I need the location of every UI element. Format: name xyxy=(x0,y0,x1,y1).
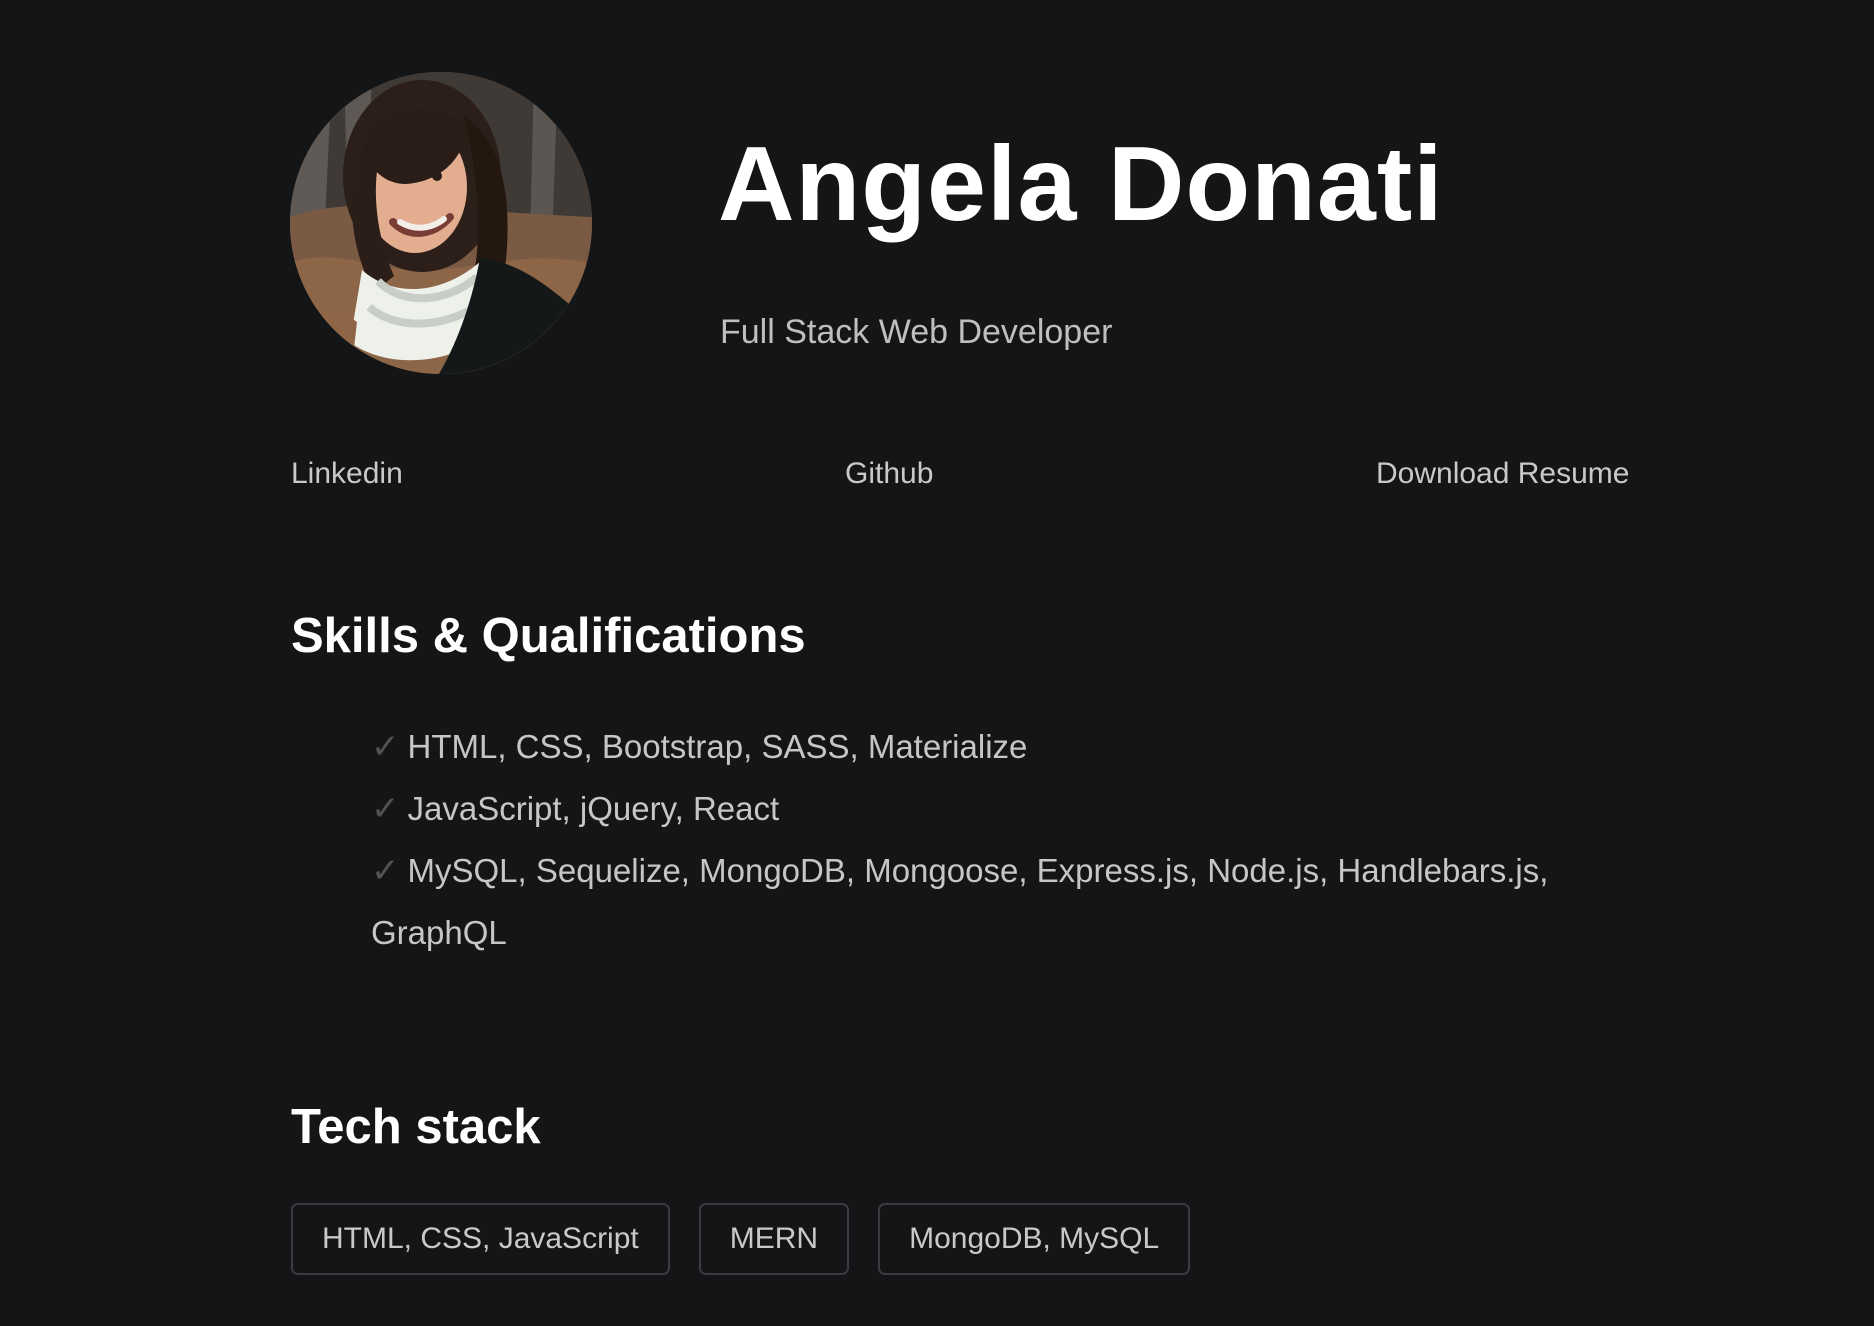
checkmark-icon: ✓ xyxy=(371,728,400,766)
profile-name: Angela Donati xyxy=(718,125,1444,243)
skill-item-javascript: ✓ JavaScript, jQuery, React xyxy=(371,778,1601,840)
skill-item-label: MySQL, Sequelize, MongoDB, Mongoose, Exp… xyxy=(371,852,1549,951)
portfolio-page: Angela Donati Full Stack Web Developer L… xyxy=(0,0,1874,1326)
tech-stack-chip-databases[interactable]: MongoDB, MySQL xyxy=(878,1203,1191,1275)
linkedin-link[interactable]: Linkedin xyxy=(291,456,403,492)
checkmark-icon: ✓ xyxy=(371,852,400,890)
tech-stack-list: HTML, CSS, JavaScript MERN MongoDB, MySQ… xyxy=(291,1203,1191,1275)
profile-role: Full Stack Web Developer xyxy=(720,313,1113,351)
tech-stack-chip-mern[interactable]: MERN xyxy=(698,1203,850,1275)
skill-item-frontend: ✓ HTML, CSS, Bootstrap, SASS, Materialize xyxy=(371,716,1601,778)
skill-item-backend: ✓ MySQL, Sequelize, MongoDB, Mongoose, Ex… xyxy=(371,840,1601,963)
avatar xyxy=(290,72,592,374)
github-link[interactable]: Github xyxy=(845,456,933,492)
skills-heading: Skills & Qualifications xyxy=(291,609,806,663)
skills-list: ✓ HTML, CSS, Bootstrap, SASS, Materialize… xyxy=(371,716,1601,963)
avatar-photo xyxy=(290,72,592,374)
skill-item-label: HTML, CSS, Bootstrap, SASS, Materialize xyxy=(407,728,1028,765)
checkmark-icon: ✓ xyxy=(371,790,400,828)
tech-stack-heading: Tech stack xyxy=(291,1100,541,1154)
download-resume-link[interactable]: Download Resume xyxy=(1376,456,1629,492)
tech-stack-chip-frontend[interactable]: HTML, CSS, JavaScript xyxy=(291,1203,670,1275)
skill-item-label: JavaScript, jQuery, React xyxy=(407,790,780,827)
